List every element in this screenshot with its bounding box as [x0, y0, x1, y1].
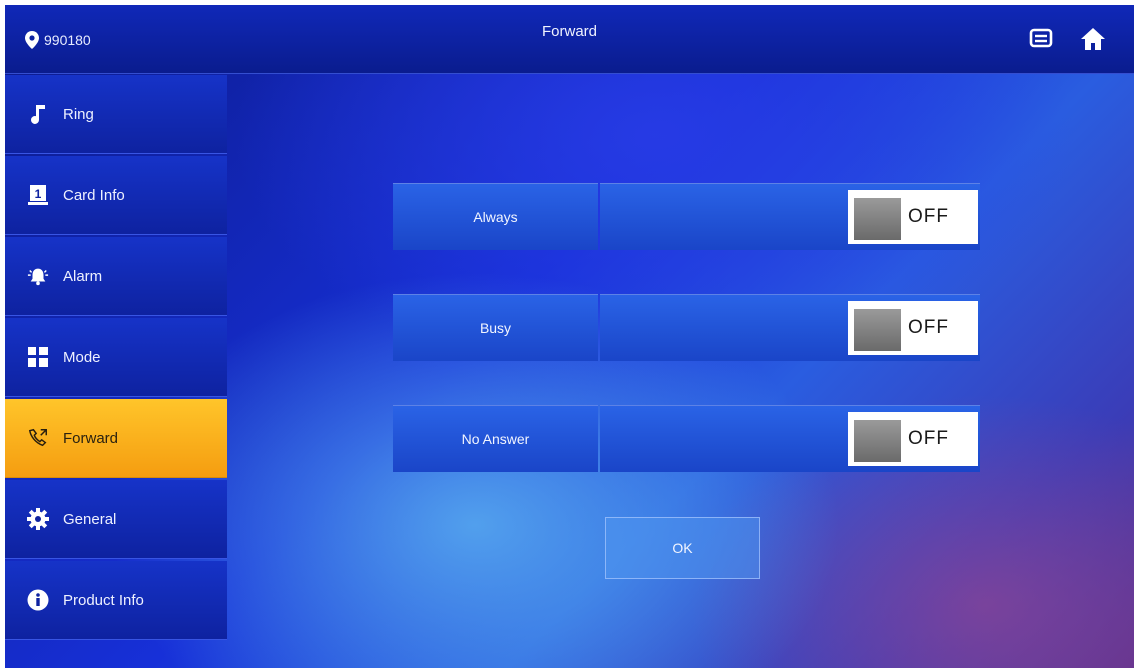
sidebar-item-forward[interactable]: Forward — [5, 399, 227, 478]
gear-icon — [27, 508, 49, 530]
svg-text:1: 1 — [35, 187, 42, 201]
sidebar: Ring 1 Card Info Alarm Mode Forward Gene… — [5, 75, 227, 642]
mode-grid-icon — [27, 346, 49, 368]
card-icon: 1 — [27, 184, 49, 206]
music-note-icon — [27, 103, 49, 125]
sidebar-item-product-info[interactable]: Product Info — [5, 561, 227, 640]
sidebar-item-label: General — [63, 510, 117, 528]
sidebar-item-label: Product Info — [63, 591, 144, 609]
info-icon — [27, 589, 49, 611]
sidebar-item-label: Mode — [63, 348, 101, 366]
row-label: Always — [393, 183, 598, 250]
forward-row-busy: Busy OFF — [393, 294, 980, 361]
row-label: Busy — [393, 294, 598, 361]
forward-number-field[interactable]: OFF — [600, 183, 980, 250]
sidebar-item-mode[interactable]: Mode — [5, 318, 227, 397]
toggle-state: OFF — [908, 317, 949, 338]
call-forward-icon — [27, 427, 49, 449]
toggle-state: OFF — [908, 206, 949, 227]
toggle-knob — [854, 198, 901, 240]
page-title: Forward — [541, 23, 597, 40]
sidebar-item-label: Alarm — [63, 267, 103, 285]
toggle-state: OFF — [908, 428, 949, 449]
home-icon[interactable] — [1080, 27, 1106, 56]
ok-button[interactable]: OK — [605, 517, 760, 579]
sidebar-item-ring[interactable]: Ring — [5, 75, 227, 154]
forward-row-no-answer: No Answer OFF — [393, 405, 980, 472]
busy-toggle[interactable]: OFF — [848, 301, 978, 355]
sidebar-item-label: Card Info — [63, 186, 125, 204]
header-bar: 990180 Forward — [5, 5, 1134, 74]
no-answer-toggle[interactable]: OFF — [848, 412, 978, 466]
screen: 990180 Forward Ring 1 Card Info Alarm Mo… — [5, 5, 1134, 668]
sidebar-item-label: Forward — [63, 429, 119, 447]
sidebar-item-alarm[interactable]: Alarm — [5, 237, 227, 316]
sidebar-item-general[interactable]: General — [5, 480, 227, 559]
forward-row-always: Always OFF — [393, 183, 980, 250]
forward-number-field[interactable]: OFF — [600, 405, 980, 472]
alarm-icon — [27, 265, 49, 287]
row-label: No Answer — [393, 405, 598, 472]
message-icon[interactable] — [1029, 27, 1053, 54]
sidebar-item-label: Ring — [63, 105, 94, 123]
sidebar-item-card-info[interactable]: 1 Card Info — [5, 156, 227, 235]
toggle-knob — [854, 420, 901, 462]
always-toggle[interactable]: OFF — [848, 190, 978, 244]
toggle-knob — [854, 309, 901, 351]
forward-number-field[interactable]: OFF — [600, 294, 980, 361]
